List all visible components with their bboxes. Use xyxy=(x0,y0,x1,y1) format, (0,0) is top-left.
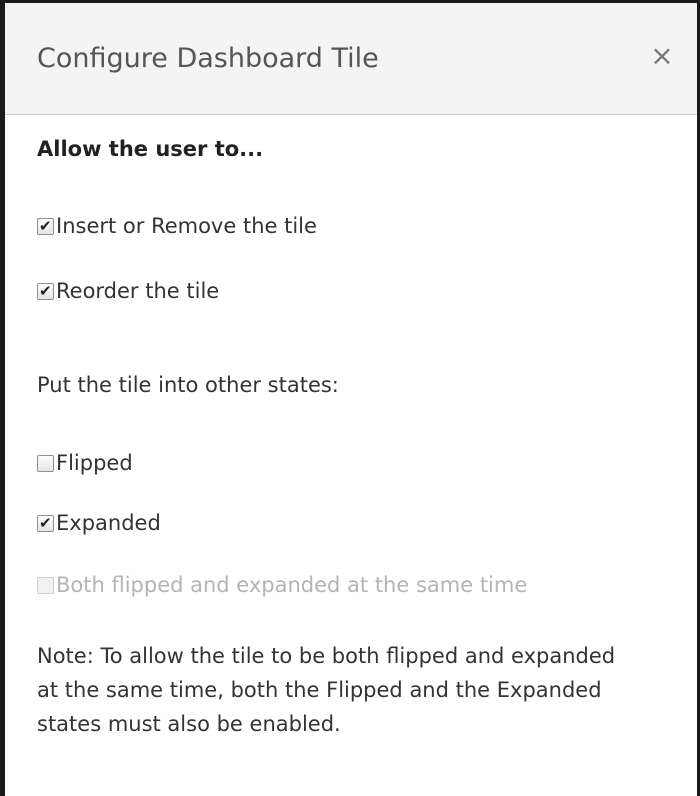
expanded-checkbox-row[interactable]: ✔ Expanded xyxy=(37,511,161,535)
expanded-label: Expanded xyxy=(56,511,161,535)
both-states-checkbox xyxy=(37,576,54,594)
insert-remove-checkbox[interactable]: ✔ xyxy=(37,216,54,235)
reorder-checkbox-row[interactable]: ✔ Reorder the tile xyxy=(37,279,219,303)
states-heading: Put the tile into other states: xyxy=(37,373,339,397)
permissions-heading: Allow the user to... xyxy=(37,137,264,161)
flipped-checkbox[interactable] xyxy=(37,454,54,472)
expanded-checkbox[interactable]: ✔ xyxy=(37,513,54,532)
insert-remove-checkbox-row[interactable]: ✔ Insert or Remove the tile xyxy=(37,214,317,238)
dialog-body: Allow the user to... ✔ Insert or Remove … xyxy=(5,115,697,796)
reorder-checkbox[interactable]: ✔ xyxy=(37,281,54,300)
checkmark-icon: ✔ xyxy=(39,281,52,300)
checkmark-icon: ✔ xyxy=(39,513,52,532)
both-states-checkbox-row: Both flipped and expanded at the same ti… xyxy=(37,573,527,597)
dialog-header: Configure Dashboard Tile × xyxy=(5,3,697,115)
note-text: Note: To allow the tile to be both flipp… xyxy=(37,644,616,736)
flipped-checkbox-row[interactable]: Flipped xyxy=(37,451,133,475)
checkmark-icon: ✔ xyxy=(39,216,52,235)
close-icon[interactable]: × xyxy=(649,42,675,70)
reorder-label: Reorder the tile xyxy=(56,279,220,303)
both-states-label: Both flipped and expanded at the same ti… xyxy=(56,573,528,597)
dialog-title: Configure Dashboard Tile xyxy=(37,43,379,74)
insert-remove-label: Insert or Remove the tile xyxy=(56,214,317,238)
flipped-label: Flipped xyxy=(56,451,133,475)
